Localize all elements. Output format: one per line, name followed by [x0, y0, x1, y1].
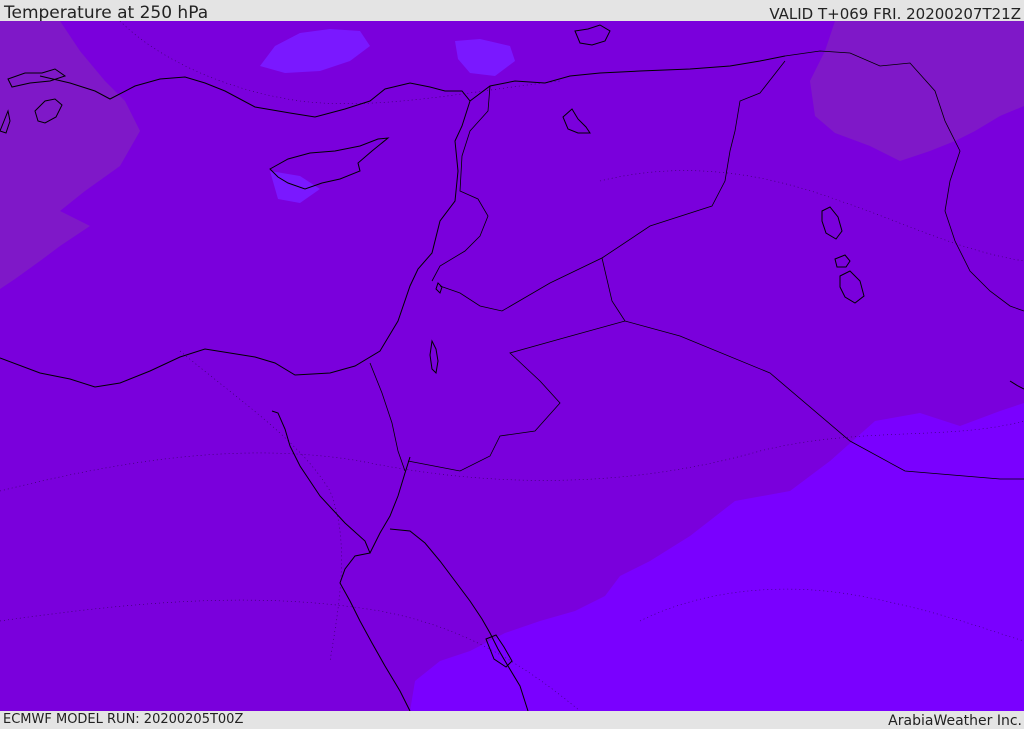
map-canvas [0, 20, 1024, 712]
model-run-label: ECMWF MODEL RUN: 20200205T00Z [3, 712, 244, 727]
credit-label: ArabiaWeather Inc. [888, 713, 1022, 729]
header-bar: Temperature at 250 hPa VALID T+069 FRI. … [0, 0, 1024, 23]
map-title: Temperature at 250 hPa [4, 3, 209, 23]
temperature-map[interactable] [0, 20, 1024, 712]
footer-bar: ECMWF MODEL RUN: 20200205T00Z ArabiaWeat… [0, 711, 1024, 729]
